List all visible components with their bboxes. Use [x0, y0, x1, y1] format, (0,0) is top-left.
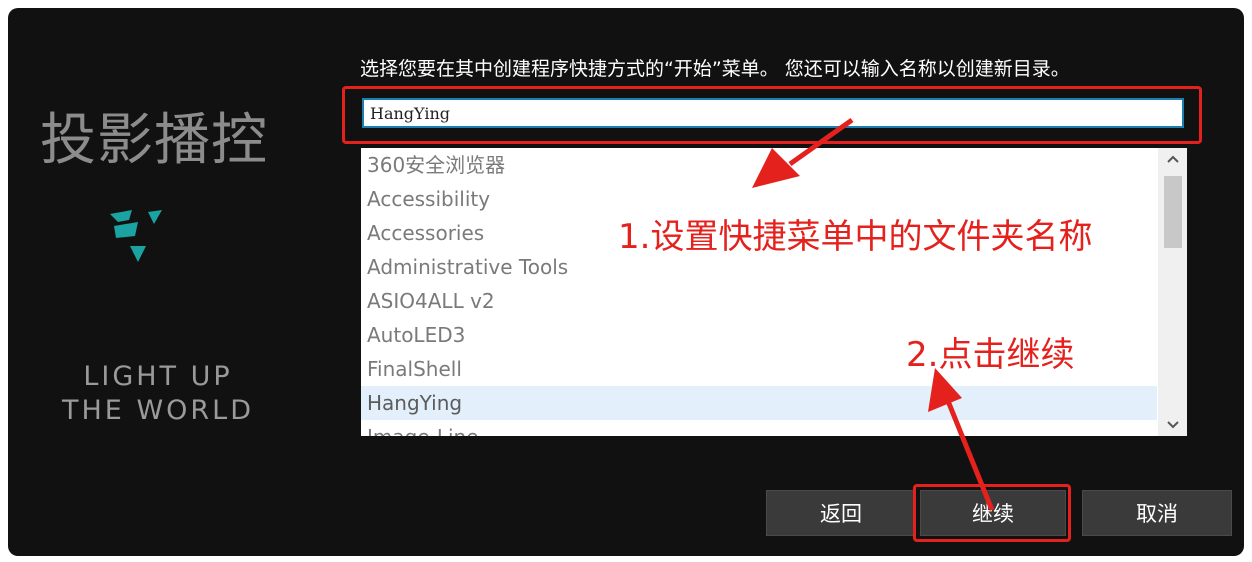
scroll-down-button[interactable] [1158, 414, 1187, 436]
brand-slogan: LIGHT UP THE WORLD [48, 360, 268, 428]
annotation-step-1: 1.设置快捷菜单中的文件夹名称 [618, 217, 1093, 257]
list-scrollbar[interactable] [1158, 148, 1187, 436]
scroll-up-button[interactable] [1158, 148, 1187, 170]
slogan-line-1: LIGHT UP [83, 361, 233, 392]
instruction-text: 选择您要在其中创建程序快捷方式的“开始”菜单。 您还可以输入名称以创建新目录。 [360, 58, 1070, 80]
slogan-line-2: THE WORLD [62, 395, 254, 426]
list-item[interactable]: Image-Line [361, 420, 1157, 436]
folder-name-input[interactable] [362, 98, 1184, 128]
brand-logo-icon [110, 210, 162, 262]
cancel-button[interactable]: 取消 [1082, 490, 1232, 536]
list-item[interactable]: 360安全浏览器 [361, 148, 1157, 182]
next-button[interactable]: 继续 [920, 490, 1066, 536]
list-item[interactable]: ASIO4ALL v2 [361, 284, 1157, 318]
scroll-thumb[interactable] [1164, 176, 1182, 248]
chevron-up-icon [1166, 155, 1179, 163]
back-button[interactable]: 返回 [766, 490, 916, 536]
start-menu-folder-list[interactable]: 360安全浏览器 Accessibility Accessories Admin… [361, 148, 1187, 436]
chevron-down-icon [1166, 421, 1179, 429]
list-item-selected[interactable]: HangYing [361, 386, 1157, 420]
brand-title: 投影播控 [40, 108, 268, 173]
folder-list-items: 360安全浏览器 Accessibility Accessories Admin… [361, 148, 1157, 436]
annotation-step-2: 2.点击继续 [906, 335, 1075, 375]
installer-window: 投影播控 LIGHT UP THE WORLD 选择您要在其中创建程序快捷方式的… [8, 8, 1244, 556]
list-item[interactable]: Accessibility [361, 182, 1157, 216]
